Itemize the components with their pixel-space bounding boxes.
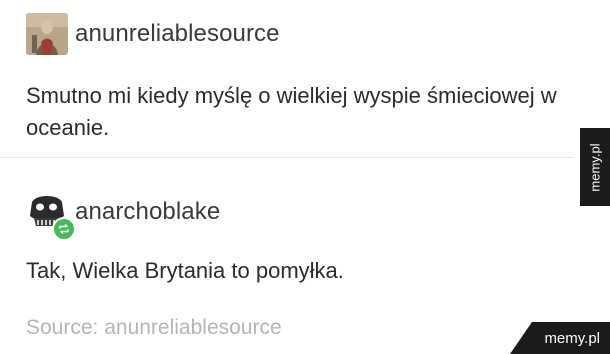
post-text-2: Tak, Wielka Brytania to pomyłka.: [26, 258, 344, 283]
painting-avatar-icon: [26, 13, 68, 55]
side-watermark: memy.pl: [580, 128, 610, 206]
source-link[interactable]: Source: anunreliablesource: [26, 316, 282, 340]
post-divider: [0, 157, 574, 158]
username-anarchoblake[interactable]: anarchoblake: [75, 198, 220, 226]
corner-watermark: memy.pl: [510, 322, 610, 354]
reblog-icon: [52, 217, 76, 241]
side-watermark-text: memy.pl: [587, 142, 603, 192]
corner-watermark-text: memy.pl: [544, 329, 600, 347]
username-anunreliablesource[interactable]: anunreliablesource: [75, 20, 280, 48]
post-text-1: Smutno mi kiedy myślę o wielkiej wyspie …: [26, 83, 557, 140]
avatar-anunreliablesource[interactable]: [26, 13, 68, 55]
